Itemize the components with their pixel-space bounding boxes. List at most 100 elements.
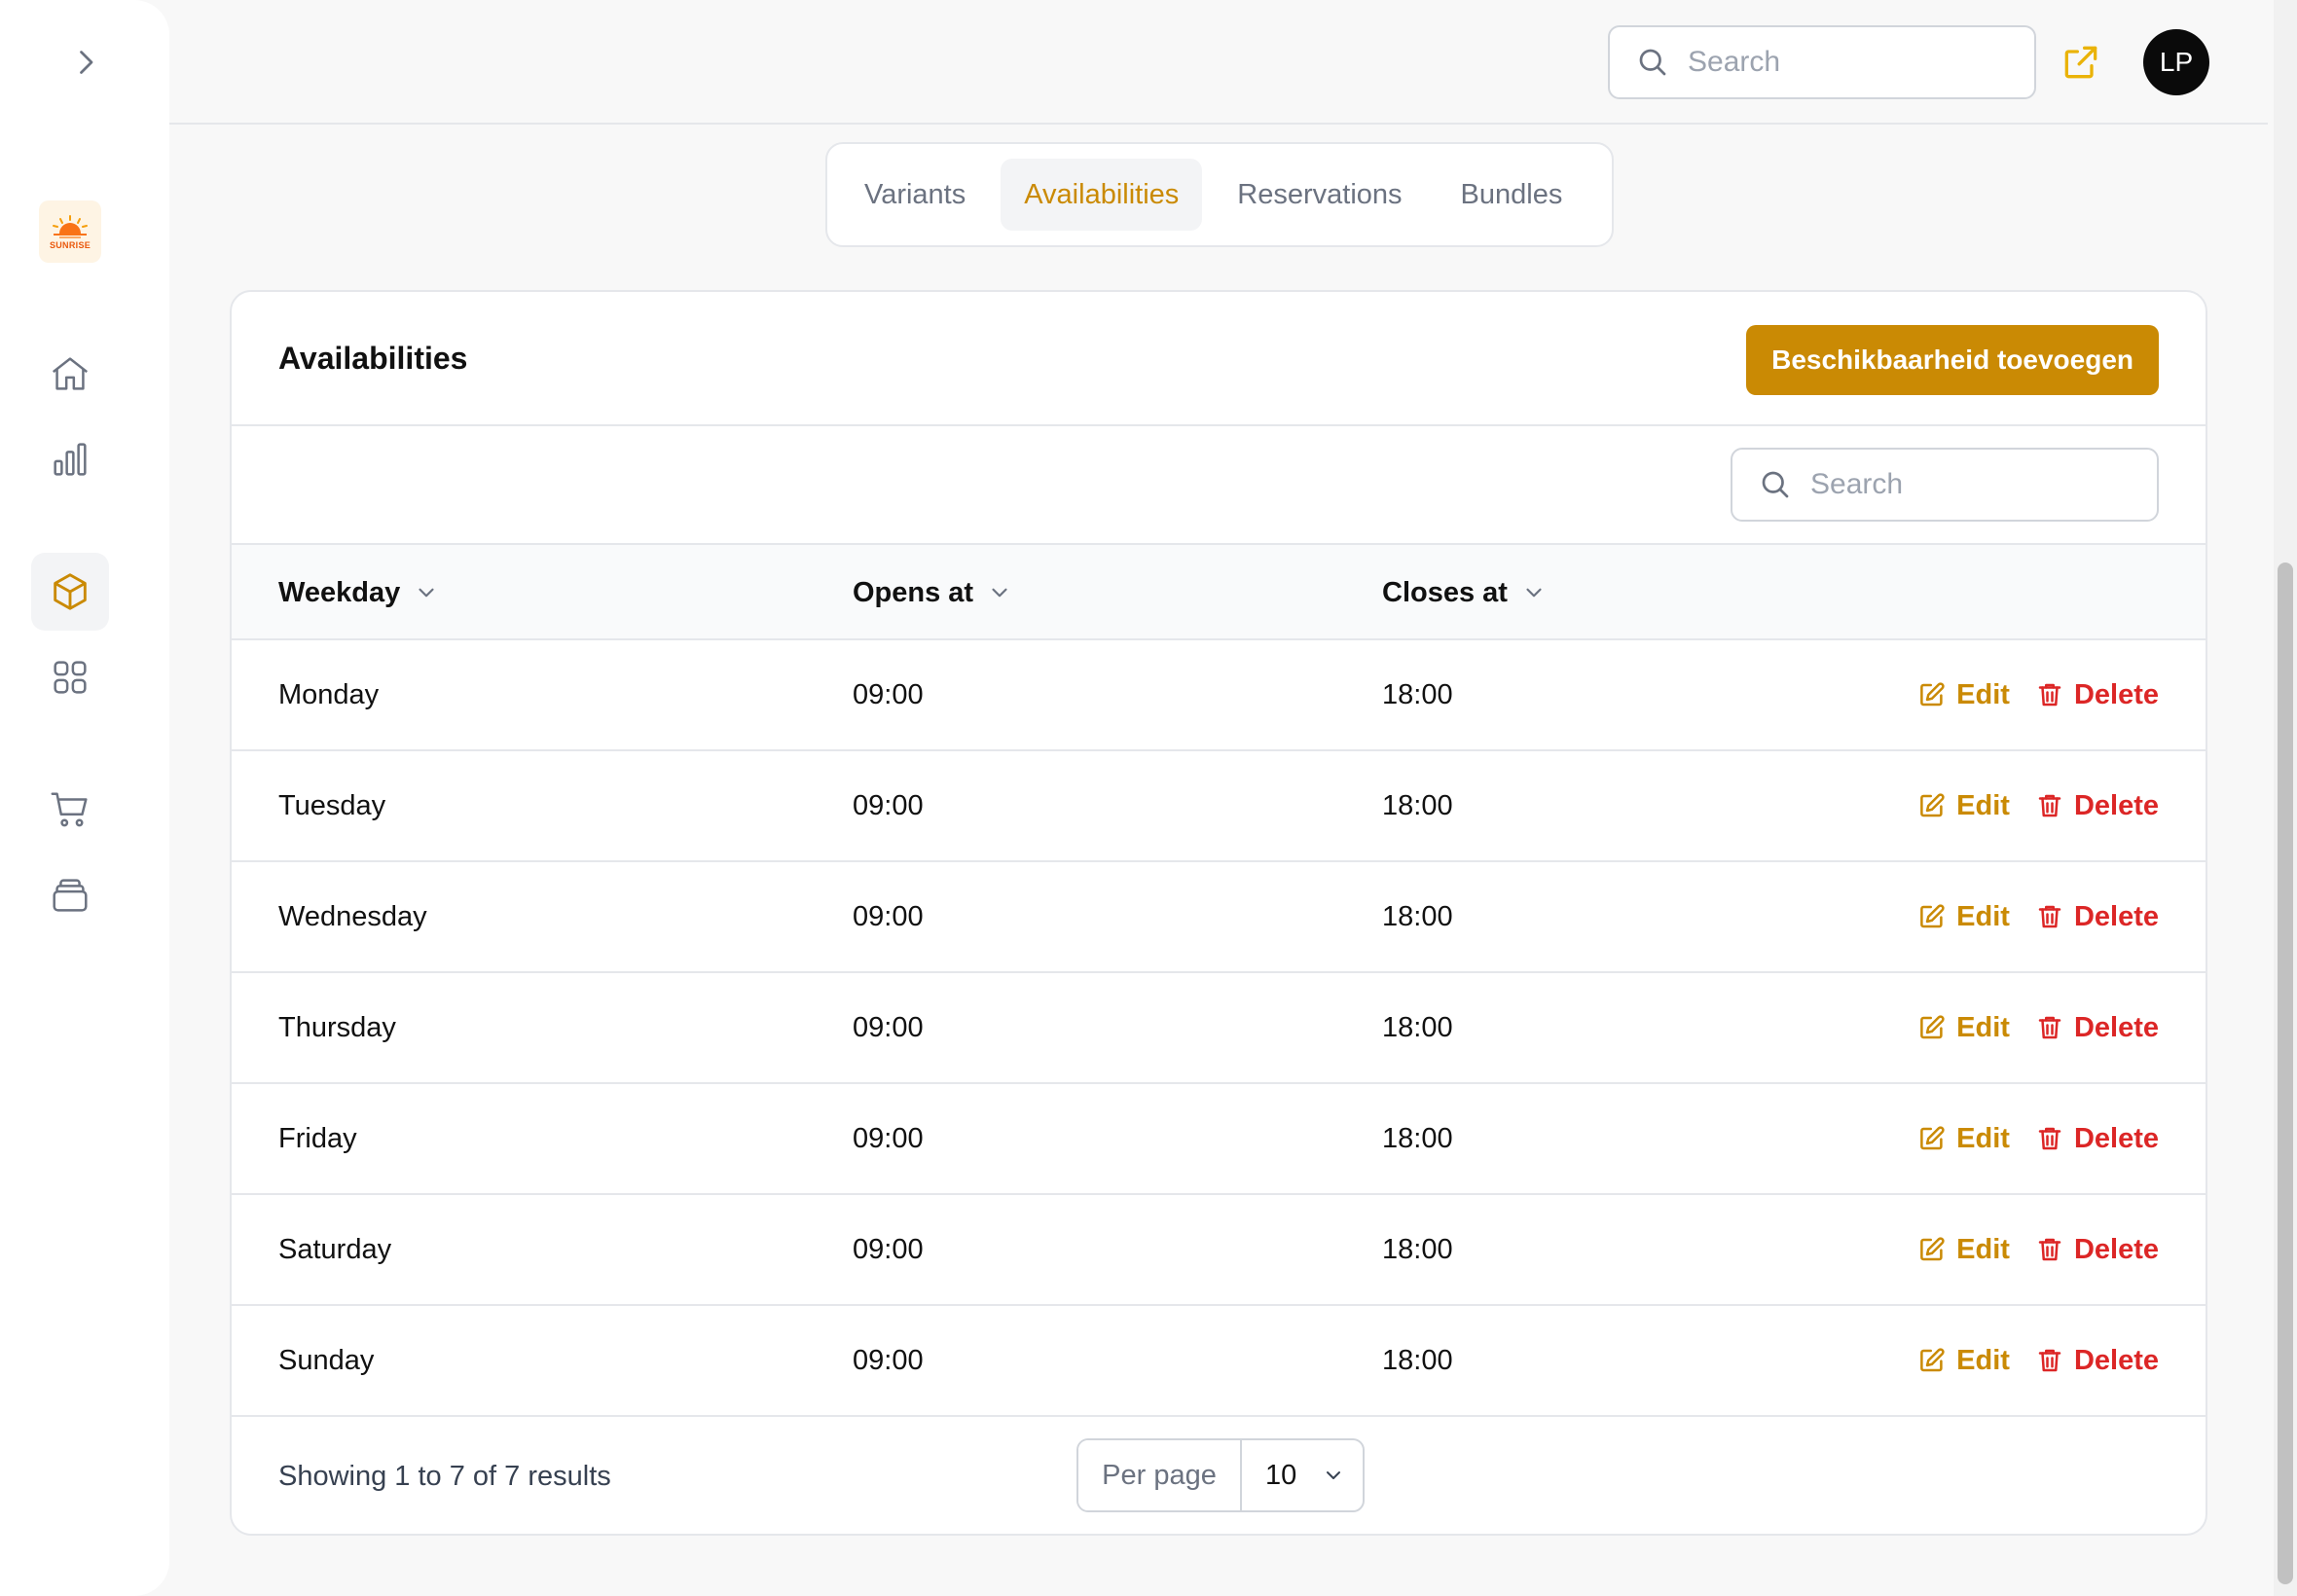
edit-button[interactable]: Edit (1917, 1012, 2010, 1044)
opens-at-cell: 09:00 (853, 1122, 924, 1154)
tab-availabilities[interactable]: Availabilities (1001, 159, 1203, 231)
row-actions: Edit Delete (1917, 1084, 2159, 1193)
trash-icon (2038, 794, 2061, 817)
edit-button[interactable]: Edit (1917, 1345, 2010, 1377)
edit-icon (1920, 1126, 1945, 1150)
bar-chart-icon (54, 443, 87, 476)
edit-icon (1920, 1237, 1945, 1261)
row-actions: Edit Delete (1917, 973, 2159, 1082)
chevron-down-icon (992, 588, 1007, 598)
edit-button[interactable]: Edit (1917, 790, 2010, 822)
weekday-cell: Wednesday (278, 900, 427, 932)
chevron-down-icon (1526, 588, 1542, 598)
delete-button[interactable]: Delete (2035, 790, 2159, 822)
tab-variants[interactable]: Variants (841, 159, 989, 231)
edit-icon (1920, 1015, 1945, 1039)
column-header-weekday[interactable]: Weekday (278, 545, 439, 640)
weekday-cell: Saturday (278, 1233, 392, 1265)
row-actions: Edit Delete (1917, 640, 2159, 749)
sidebar: SUNRISE (0, 0, 169, 1596)
tab-reservations[interactable]: Reservations (1214, 159, 1425, 231)
edit-label: Edit (1956, 1233, 2010, 1265)
per-page-dropdown[interactable]: 10 (1242, 1440, 1363, 1510)
table-search-input[interactable] (1810, 468, 2122, 501)
column-header-closes-at[interactable]: Closes at (1382, 545, 1547, 640)
edit-button[interactable]: Edit (1917, 1234, 2010, 1266)
opens-at-cell: 09:00 (853, 1233, 924, 1265)
edit-icon (1920, 682, 1945, 707)
delete-label: Delete (2073, 789, 2159, 821)
edit-button[interactable]: Edit (1917, 901, 2010, 933)
delete-button[interactable]: Delete (2035, 901, 2159, 933)
delete-button[interactable]: Delete (2035, 1012, 2159, 1044)
home-icon (52, 357, 89, 390)
table-row: Wednesday 09:00 18:00 Edit Delete (232, 862, 2206, 973)
cart-icon (51, 792, 88, 827)
trash-icon (2038, 1127, 2061, 1150)
search-icon (1762, 471, 1789, 498)
table-row: Sunday 09:00 18:00 Edit Delete (232, 1306, 2206, 1417)
row-actions: Edit Delete (1917, 751, 2159, 860)
topbar: LP (169, 0, 2268, 125)
trash-icon (2038, 1349, 2061, 1372)
per-page-select[interactable]: Per page 10 (1076, 1438, 1365, 1512)
closes-at-cell: 18:00 (1382, 1122, 1453, 1154)
grid-icon (54, 661, 87, 694)
table-footer: Showing 1 to 7 of 7 results Per page 10 (232, 1417, 2206, 1534)
edit-button[interactable]: Edit (1917, 679, 2010, 711)
row-actions: Edit Delete (1917, 1195, 2159, 1304)
column-label: Closes at (1382, 576, 1508, 608)
scrollbar-thumb[interactable] (2278, 562, 2293, 1584)
edit-icon (1920, 904, 1945, 928)
table-row: Friday 09:00 18:00 Edit Delete (232, 1084, 2206, 1195)
sidebar-item-categories[interactable] (31, 638, 109, 716)
opens-at-cell: 09:00 (853, 678, 924, 710)
search-icon (1639, 49, 1666, 76)
opens-at-cell: 09:00 (853, 900, 924, 932)
trash-icon (2038, 905, 2061, 928)
delete-button[interactable]: Delete (2035, 1345, 2159, 1377)
row-actions: Edit Delete (1917, 862, 2159, 971)
edit-button[interactable]: Edit (1917, 1123, 2010, 1155)
delete-label: Delete (2073, 1344, 2159, 1376)
per-page-label: Per page (1078, 1440, 1242, 1510)
sun-logo-icon (53, 214, 88, 238)
delete-button[interactable]: Delete (2035, 679, 2159, 711)
column-header-opens-at[interactable]: Opens at (853, 545, 1012, 640)
add-availability-button[interactable]: Beschikbaarheid toevoegen (1746, 325, 2159, 395)
cube-icon (54, 573, 87, 610)
sidebar-item-analytics[interactable] (31, 420, 109, 498)
edit-icon (1920, 793, 1945, 817)
edit-icon (1920, 1348, 1945, 1372)
sidebar-item-home[interactable] (31, 335, 109, 413)
edit-label: Edit (1956, 678, 2010, 710)
closes-at-cell: 18:00 (1382, 1344, 1453, 1376)
delete-button[interactable]: Delete (2035, 1234, 2159, 1266)
table-row: Monday 09:00 18:00 Edit Delete (232, 640, 2206, 751)
tab-bundles[interactable]: Bundles (1438, 159, 1586, 231)
edit-label: Edit (1956, 789, 2010, 821)
card-title: Availabilities (278, 341, 468, 376)
delete-label: Delete (2073, 678, 2159, 710)
table-search[interactable] (1731, 448, 2159, 522)
availabilities-card: Availabilities Beschikbaarheid toevoegen… (230, 290, 2207, 1536)
closes-at-cell: 18:00 (1382, 678, 1453, 710)
opens-at-cell: 09:00 (853, 789, 924, 821)
column-label: Weekday (278, 576, 401, 608)
pagination-summary: Showing 1 to 7 of 7 results (278, 1460, 611, 1492)
sidebar-item-orders[interactable] (31, 771, 109, 849)
chevron-right-icon[interactable] (64, 41, 107, 84)
external-link-icon[interactable] (2060, 41, 2102, 84)
brand-logo-text: SUNRISE (49, 239, 91, 250)
brand-logo[interactable]: SUNRISE (39, 200, 101, 263)
sidebar-item-products[interactable] (31, 553, 109, 631)
sidebar-item-inventory[interactable] (31, 856, 109, 934)
global-search-input[interactable] (1688, 46, 1999, 79)
weekday-cell: Monday (278, 678, 380, 710)
user-avatar[interactable]: LP (2143, 29, 2209, 95)
delete-label: Delete (2073, 1122, 2159, 1154)
delete-button[interactable]: Delete (2035, 1123, 2159, 1155)
closes-at-cell: 18:00 (1382, 789, 1453, 821)
global-search[interactable] (1608, 25, 2036, 99)
per-page-value: 10 (1265, 1459, 1297, 1491)
